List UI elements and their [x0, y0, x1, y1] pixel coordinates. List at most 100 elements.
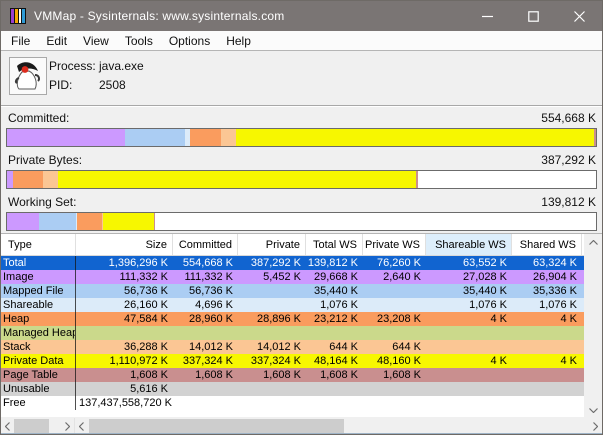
- type-cell: Unusable: [1, 382, 76, 396]
- bar-segment-page_table: [154, 213, 156, 230]
- value-cell: 1,608 K: [76, 368, 173, 382]
- table-row-free[interactable]: Free137,437,558,720 K: [1, 396, 602, 410]
- bar-segment-heap: [77, 213, 102, 230]
- table-row-image[interactable]: Image111,332 K111,332 K5,452 K29,668 K2,…: [1, 270, 602, 284]
- value-cell: 554,668 K: [173, 256, 238, 270]
- scroll-up-arrow[interactable]: [584, 234, 602, 250]
- close-button[interactable]: [556, 1, 602, 31]
- value-cell: 644 K: [306, 340, 363, 354]
- menu-edit[interactable]: Edit: [38, 32, 75, 50]
- value-cell: 63,324 K: [512, 256, 582, 270]
- value-cell: 63,552 K: [426, 256, 512, 270]
- window-bottom-edge: [1, 433, 602, 434]
- working-set-group: Working Set: 139,812 K: [1, 194, 602, 231]
- value-cell: 111,332 K: [76, 270, 173, 284]
- menu-options[interactable]: Options: [161, 32, 218, 50]
- committed-label: Committed:: [8, 111, 69, 125]
- value-cell: [426, 326, 512, 340]
- chevron-left-icon: [79, 422, 84, 431]
- menu-file[interactable]: File: [3, 32, 38, 50]
- value-cell: [363, 298, 426, 312]
- value-cell: 35,336 K: [512, 284, 582, 298]
- value-cell: 139,812 K: [306, 256, 363, 270]
- value-cell: [512, 382, 582, 396]
- horizontal-scrollbars: [1, 418, 602, 434]
- icon-bar-blue: [22, 9, 25, 23]
- hscroll-left-arrow-1[interactable]: [1, 418, 14, 434]
- bar-segment-page_table: [594, 129, 596, 146]
- value-cell: 4 K: [426, 354, 512, 368]
- column-header-shared-ws[interactable]: Shared WS: [512, 234, 582, 255]
- column-header-committed[interactable]: Committed: [173, 234, 238, 255]
- type-column-scrollbar[interactable]: [1, 418, 75, 434]
- table-row-shareable[interactable]: Shareable26,160 K4,696 K1,076 K1,076 K1,…: [1, 298, 602, 312]
- bar-segment-private_data: [103, 213, 154, 230]
- window-title: VMMap - Sysinternals: www.sysinternals.c…: [34, 9, 284, 23]
- memory-bars: Committed: 554,668 K Private Bytes: 387,…: [1, 107, 602, 233]
- table-row-total[interactable]: Total1,396,296 K554,668 K387,292 K139,81…: [1, 256, 602, 270]
- value-cell: 14,012 K: [173, 340, 238, 354]
- column-header-private[interactable]: Private: [238, 234, 306, 255]
- memory-type-table: TypeSizeCommittedPrivateTotal WSPrivate …: [1, 233, 602, 417]
- pid-label: PID:: [49, 78, 99, 92]
- bar-segment-image: [7, 129, 125, 146]
- process-info: Process: java.exe PID: 2508: [49, 56, 144, 94]
- table-row-stack[interactable]: Stack36,288 K14,012 K14,012 K644 K644 K: [1, 340, 602, 354]
- scroll-down-arrow[interactable]: [584, 402, 602, 417]
- menu-tools[interactable]: Tools: [117, 32, 161, 50]
- value-cell: 5,452 K: [238, 270, 306, 284]
- title-bar: VMMap - Sysinternals: www.sysinternals.c…: [1, 1, 602, 31]
- bar-segment-private_data: [58, 171, 416, 188]
- table-row-private-data[interactable]: Private Data1,110,972 K337,324 K337,324 …: [1, 354, 602, 368]
- bar-segment-mapped_file: [39, 213, 77, 230]
- menu-view[interactable]: View: [75, 32, 117, 50]
- value-cell: [173, 326, 238, 340]
- hscroll-thumb-2[interactable]: [89, 419, 344, 433]
- column-header-private-ws[interactable]: Private WS: [363, 234, 426, 255]
- private-bytes-group: Private Bytes: 387,292 K: [1, 152, 602, 189]
- value-cell: [238, 382, 306, 396]
- menu-help[interactable]: Help: [218, 32, 259, 50]
- hscroll-thumb-1[interactable]: [14, 419, 49, 433]
- table-row-managed-heap[interactable]: Managed Heap: [1, 326, 602, 340]
- value-cell: 1,608 K: [363, 368, 426, 382]
- column-header-size[interactable]: Size: [76, 234, 173, 255]
- column-header-total-ws[interactable]: Total WS: [306, 234, 363, 255]
- value-cell: 1,608 K: [173, 368, 238, 382]
- chevron-right-icon: [593, 422, 598, 431]
- maximize-icon: [528, 11, 539, 22]
- minimize-button[interactable]: [464, 1, 510, 31]
- value-cell: 56,736 K: [76, 284, 173, 298]
- value-cell: [238, 298, 306, 312]
- type-cell: Page Table: [1, 368, 76, 382]
- type-cell: Heap: [1, 312, 76, 326]
- vertical-scrollbar[interactable]: [584, 234, 602, 417]
- value-cell: 2,640 K: [363, 270, 426, 284]
- hscroll-right-arrow-2[interactable]: [589, 418, 602, 434]
- value-cell: 1,608 K: [238, 368, 306, 382]
- table-row-page-table[interactable]: Page Table1,608 K1,608 K1,608 K1,608 K1,…: [1, 368, 602, 382]
- value-cell: 23,212 K: [306, 312, 363, 326]
- table-horizontal-scrollbar[interactable]: [75, 418, 602, 434]
- process-label: Process:: [49, 59, 99, 73]
- column-header-type[interactable]: Type: [1, 234, 76, 255]
- value-cell: 337,324 K: [238, 354, 306, 368]
- hscroll-right-arrow-1[interactable]: [61, 418, 74, 434]
- bar-segment-stack: [221, 129, 236, 146]
- maximize-button[interactable]: [510, 1, 556, 31]
- process-name: java.exe: [99, 59, 144, 73]
- java-process-icon: [9, 57, 47, 95]
- value-cell: 1,076 K: [426, 298, 512, 312]
- value-cell: [512, 368, 582, 382]
- value-cell: 35,440 K: [426, 284, 512, 298]
- hscroll-left-arrow-2[interactable]: [75, 418, 88, 434]
- value-cell: 1,076 K: [306, 298, 363, 312]
- table-row-unusable[interactable]: Unusable5,616 K: [1, 382, 602, 396]
- table-row-heap[interactable]: Heap47,584 K28,960 K28,896 K23,212 K23,2…: [1, 312, 602, 326]
- table-row-mapped-file[interactable]: Mapped File56,736 K56,736 K35,440 K35,44…: [1, 284, 602, 298]
- value-cell: 26,904 K: [512, 270, 582, 284]
- value-cell: 27,028 K: [426, 270, 512, 284]
- committed-bar: [6, 128, 597, 147]
- table-header: TypeSizeCommittedPrivateTotal WSPrivate …: [1, 234, 602, 256]
- column-header-shareable-ws[interactable]: Shareable WS: [426, 234, 512, 255]
